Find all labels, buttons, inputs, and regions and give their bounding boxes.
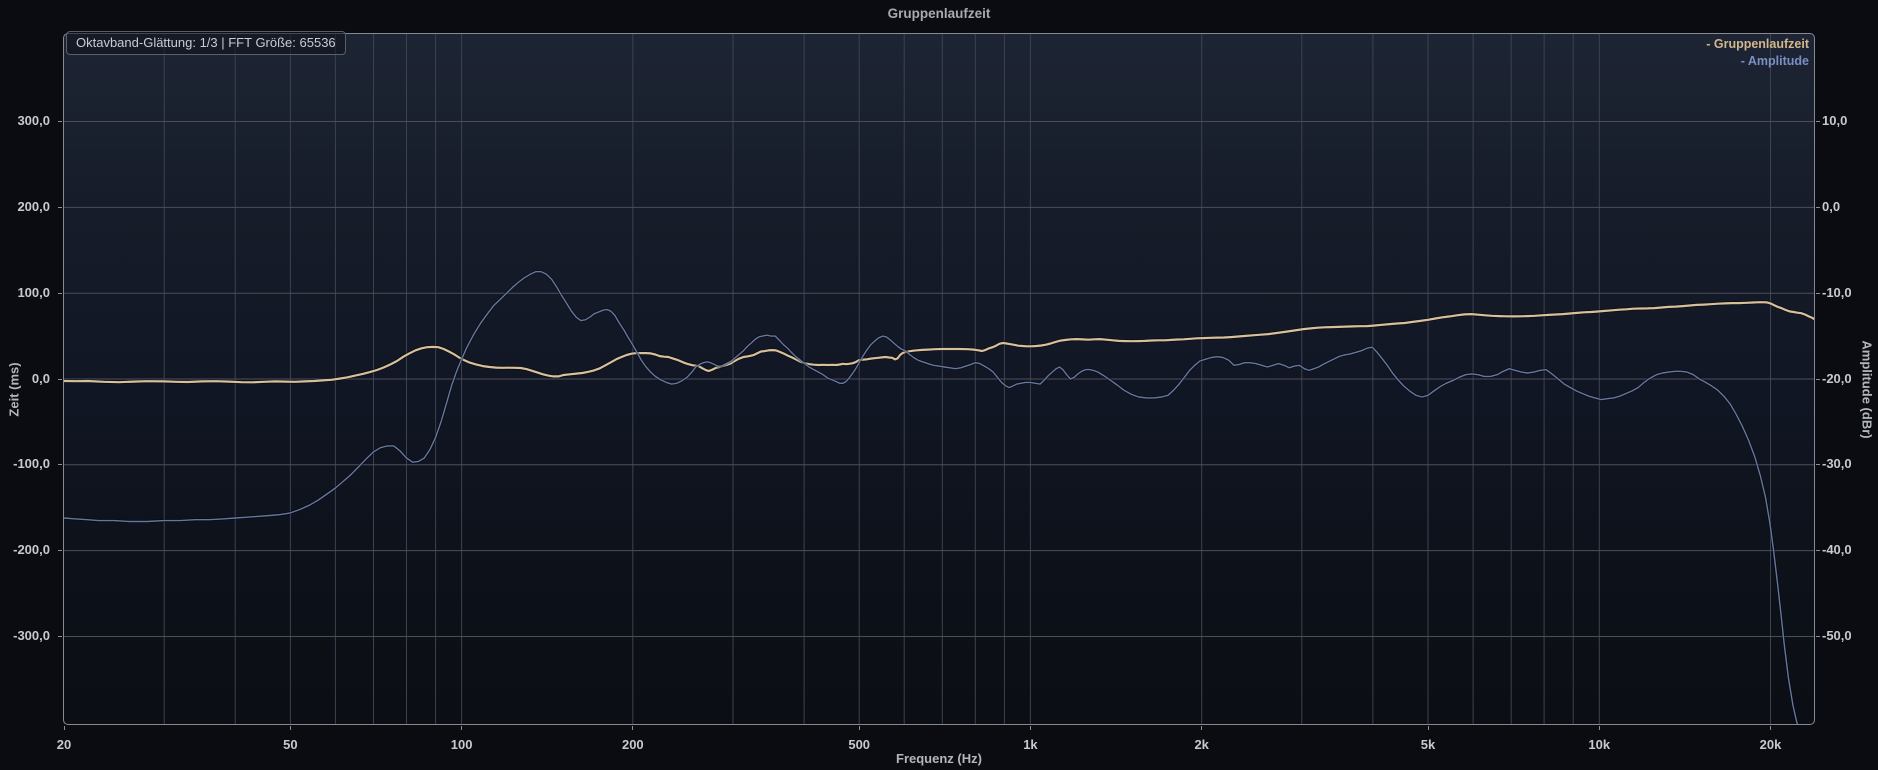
app-window: Gruppenlaufzeit Oktavband-Glättung: 1/3 … (0, 0, 1878, 770)
tick-mark (58, 121, 62, 123)
tick-mark (58, 378, 62, 380)
x-axis-tick-label: 20k (1759, 737, 1782, 752)
tick-mark (1816, 292, 1820, 294)
y-right-tick-label: 10,0 (1822, 113, 1848, 129)
x-axis-tick-label: 200 (621, 737, 644, 752)
tick-mark (1770, 726, 1771, 730)
legend-item-0: - Gruppenlaufzeit (1706, 37, 1809, 51)
tick-mark (1201, 726, 1203, 730)
tick-mark (58, 464, 62, 466)
x-axis-tick-label: 50 (283, 737, 298, 752)
tick-mark (1816, 464, 1820, 466)
tick-mark (1029, 726, 1031, 730)
smoothing-info-box: Oktavband-Glättung: 1/3 | FFT Größe: 655… (66, 31, 346, 55)
x-axis-tick-label: 10k (1588, 737, 1611, 752)
tick-mark (63, 726, 65, 730)
y-right-tick-label: -10,0 (1822, 284, 1852, 300)
x-axis-tick-label: 5k (1420, 737, 1436, 752)
legend: - Gruppenlaufzeit - Amplitude (1706, 36, 1809, 70)
tick-mark (1816, 378, 1820, 380)
x-axis-tick-label: 2k (1194, 737, 1209, 752)
smoothing-info-label: Oktavband-Glättung: 1/3 | FFT Größe: 655… (76, 35, 336, 50)
y-left-tick-label: 100,0 (17, 284, 50, 300)
y-right-tick-label: -40,0 (1822, 542, 1852, 558)
y-right-tick-label: -50,0 (1822, 627, 1852, 643)
x-axis-tick-label: 20 (56, 737, 72, 752)
tick-mark (1427, 726, 1429, 730)
y-left-tick-label: -300,0 (13, 627, 50, 643)
left-axis-title: Zeit (ms) (6, 362, 22, 417)
tick-mark (1816, 550, 1820, 552)
x-axis-tick-label: 1k (1023, 737, 1038, 752)
y-right-tick-label: 0,0 (1822, 198, 1841, 214)
y-left-tick-label: -200,0 (13, 542, 50, 558)
tick-mark (1816, 206, 1820, 208)
chart-title: Gruppenlaufzeit (887, 6, 991, 21)
curve-amplitude (64, 271, 1799, 724)
y-left-tick-label: -100,0 (13, 456, 50, 472)
y-left-tick-label: 200,0 (17, 198, 50, 214)
tick-mark (58, 550, 62, 552)
tick-mark (632, 726, 634, 730)
right-axis-title: Amplitude (dBr) (1859, 340, 1875, 439)
tick-mark (1816, 121, 1820, 123)
tick-mark (289, 726, 291, 730)
tick-mark (1598, 726, 1600, 730)
curve-shadow-amplitude (64, 270, 1799, 724)
tick-mark (58, 635, 62, 637)
tick-mark (461, 726, 463, 730)
x-axis-tick-label: 500 (848, 737, 871, 752)
legend-item-1: - Amplitude (1740, 54, 1809, 68)
tick-mark (58, 206, 62, 208)
y-left-tick-label: 300,0 (17, 113, 50, 129)
y-right-tick-label: -30,0 (1822, 456, 1852, 472)
tick-mark (58, 292, 62, 294)
tick-mark (858, 726, 860, 730)
plot-area[interactable] (63, 33, 1815, 725)
tick-mark (1816, 635, 1820, 637)
chart-canvas (64, 34, 1814, 724)
curve-gruppenlaufzeit (64, 301, 1814, 384)
y-right-tick-label: -20,0 (1822, 370, 1852, 386)
x-axis-tick-label: 100 (450, 737, 473, 752)
x-axis-title: Frequenz (Hz) (896, 751, 982, 766)
